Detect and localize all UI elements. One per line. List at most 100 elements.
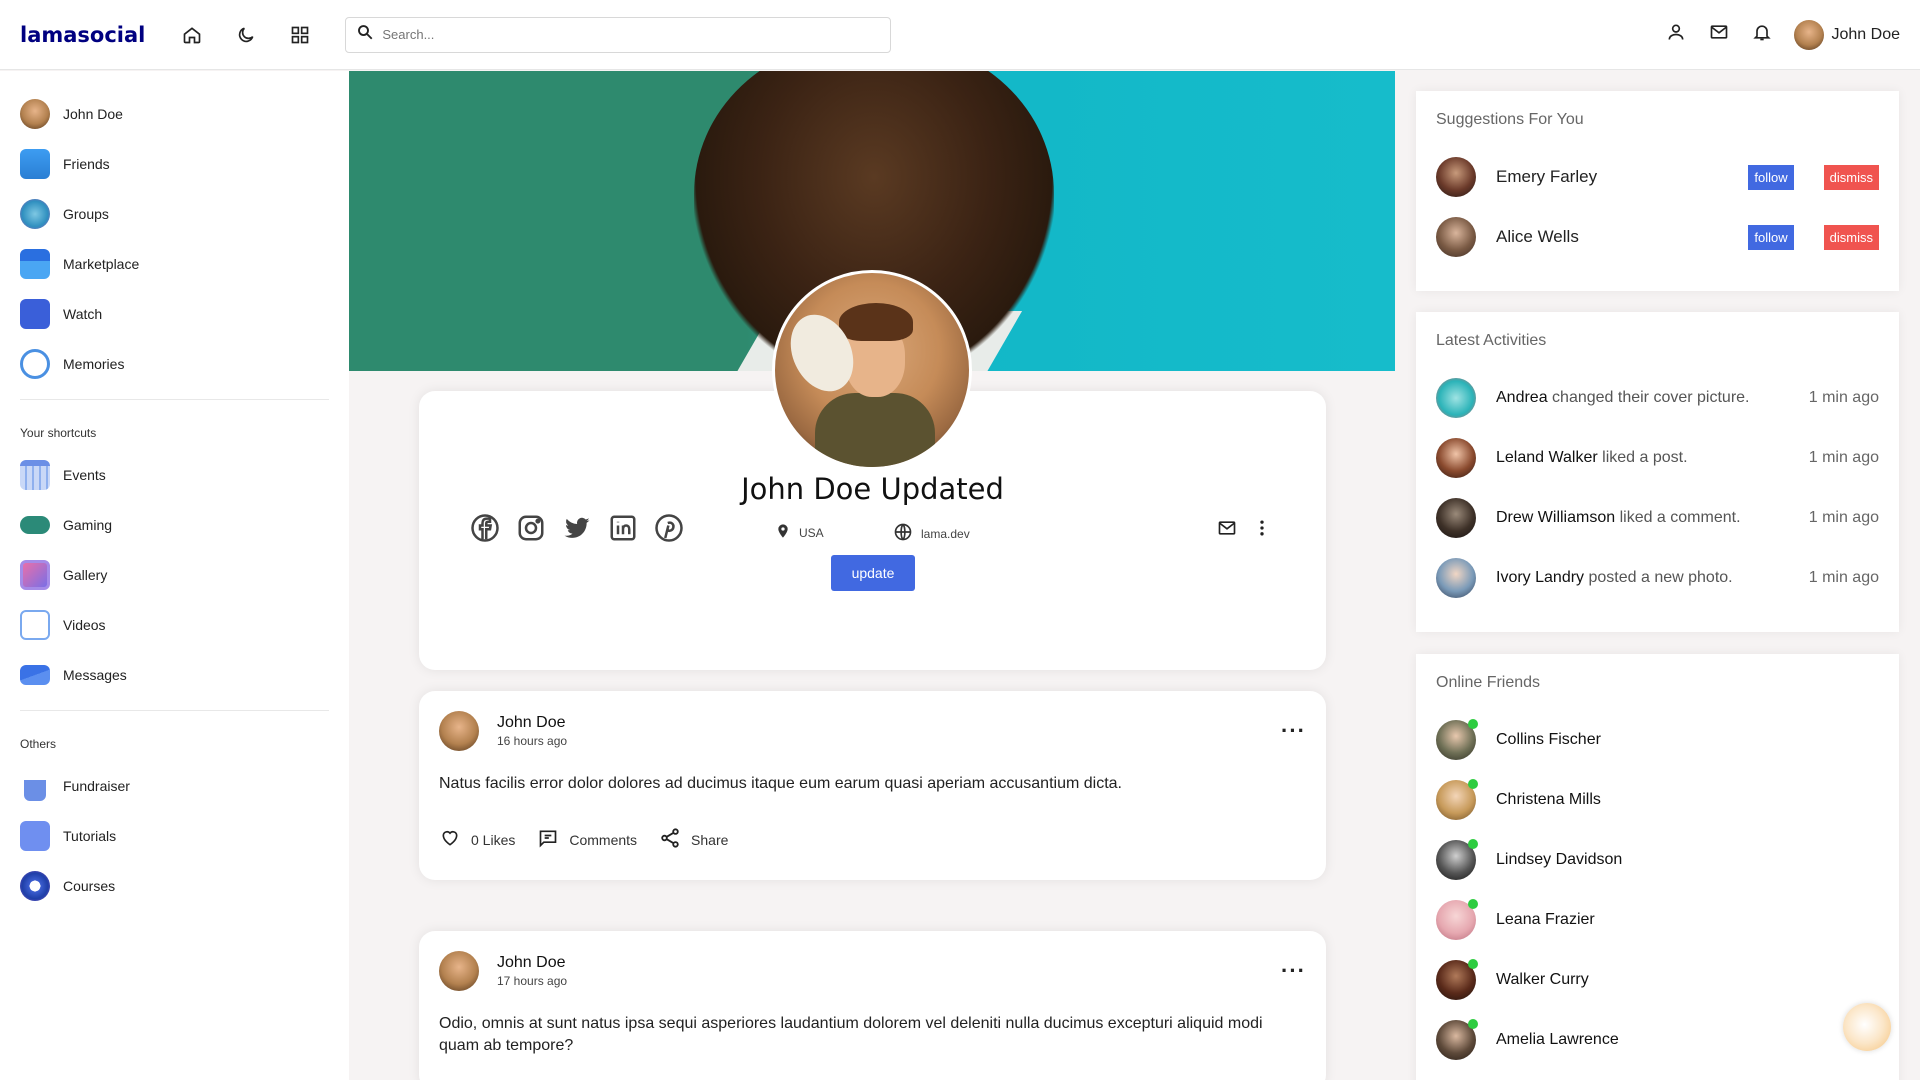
sidebar-item-marketplace[interactable]: Marketplace — [20, 239, 329, 289]
avatar[interactable] — [1436, 558, 1476, 598]
search-bar[interactable] — [345, 16, 892, 53]
website-info: lama.dev — [893, 522, 970, 545]
activity-user[interactable]: Ivory Landry — [1496, 569, 1584, 586]
profile-picture[interactable] — [772, 270, 972, 470]
sidebar-item-profile[interactable]: John Doe — [20, 89, 329, 139]
fundraiser-icon — [24, 771, 46, 801]
online-friend-item[interactable]: Walker Curry — [1436, 950, 1879, 1010]
sidebar-item-label: Tutorials — [63, 828, 117, 844]
gallery-icon — [20, 560, 50, 590]
social-links — [469, 512, 685, 544]
online-indicator — [1468, 839, 1478, 849]
activity-user[interactable]: Andrea — [1496, 389, 1548, 406]
nav-user-profile[interactable]: John Doe — [1793, 19, 1900, 50]
dismiss-button[interactable]: dismiss — [1823, 164, 1879, 190]
instagram-icon[interactable] — [515, 512, 547, 544]
twitter-icon[interactable] — [561, 512, 593, 544]
comments-button[interactable]: Comments — [537, 827, 637, 852]
heart-icon — [439, 828, 461, 851]
more-vert-icon[interactable] — [1258, 518, 1266, 543]
sidebar-item-label: Fundraiser — [63, 778, 130, 794]
divider — [20, 710, 329, 711]
post: John Doe 17 hours ago ··· Odio, omnis at… — [419, 931, 1326, 1080]
search-input[interactable] — [382, 27, 863, 42]
pinterest-icon[interactable] — [653, 512, 685, 544]
notifications-icon[interactable] — [1752, 22, 1772, 47]
sidebar-item-gallery[interactable]: Gallery — [20, 550, 329, 600]
dismiss-button[interactable]: dismiss — [1823, 224, 1879, 250]
mail-icon[interactable] — [1708, 22, 1730, 47]
dark-mode-icon[interactable] — [233, 22, 259, 48]
more-horiz-icon[interactable]: ··· — [1281, 718, 1306, 744]
post-text: Natus facilis error dolor dolores ad duc… — [439, 775, 1122, 792]
sidebar-item-gaming[interactable]: Gaming — [20, 500, 329, 550]
section-title-others: Others — [20, 737, 57, 751]
search-icon — [356, 23, 374, 46]
sidebar-item-watch[interactable]: Watch — [20, 289, 329, 339]
online-friend-item[interactable]: Collins Fischer — [1436, 710, 1879, 770]
update-button[interactable]: update — [831, 555, 915, 591]
activity-user[interactable]: Drew Williamson — [1496, 509, 1615, 526]
sidebar-item-groups[interactable]: Groups — [20, 189, 329, 239]
sidebar-item-label: Courses — [63, 878, 116, 894]
online-friend-item[interactable]: Leana Frazier — [1436, 890, 1879, 950]
more-horiz-icon[interactable]: ··· — [1281, 958, 1306, 984]
suggestion-name[interactable]: Emery Farley — [1496, 167, 1597, 187]
location-pin-icon — [775, 522, 791, 543]
grid-apps-icon[interactable] — [287, 22, 313, 48]
avatar[interactable] — [1436, 217, 1476, 257]
avatar[interactable] — [1436, 157, 1476, 197]
friend-name: Collins Fischer — [1496, 731, 1601, 748]
post-author[interactable]: John Doe — [497, 954, 567, 972]
home-icon[interactable] — [179, 22, 205, 48]
suggestion-name[interactable]: Alice Wells — [1496, 227, 1579, 247]
avatar[interactable] — [439, 951, 479, 991]
mail-icon[interactable] — [1216, 518, 1238, 543]
online-friend-item[interactable]: Christena Mills — [1436, 770, 1879, 830]
online-friend-item[interactable]: Lindsey Davidson — [1436, 830, 1879, 890]
avatar-wrapper — [1436, 899, 1478, 940]
share-label: Share — [691, 831, 729, 848]
online-friend-item[interactable]: Amelia Lawrence — [1436, 1010, 1879, 1070]
sidebar-item-courses[interactable]: Courses — [20, 861, 329, 911]
person-icon[interactable] — [1666, 22, 1686, 47]
post-header: John Doe 17 hours ago ··· — [439, 951, 1306, 991]
linkedin-icon[interactable] — [607, 512, 639, 544]
sidebar-item-messages[interactable]: Messages — [20, 650, 329, 700]
sidebar-item-label: Events — [63, 467, 106, 483]
sidebar-item-label: Gaming — [63, 517, 113, 533]
follow-button[interactable]: follow — [1748, 224, 1794, 250]
videos-icon — [20, 610, 50, 640]
sidebar-item-label: Watch — [63, 306, 103, 322]
location-info: USA — [775, 522, 824, 543]
sidebar-item-tutorials[interactable]: Tutorials — [20, 811, 329, 861]
online-indicator — [1468, 719, 1478, 729]
avatar[interactable] — [1436, 498, 1476, 538]
activity-item: Andrea changed their cover picture. 1 mi… — [1436, 368, 1879, 428]
sidebar-item-friends[interactable]: Friends — [20, 139, 329, 189]
like-button[interactable]: 0 Likes — [439, 827, 515, 852]
logo[interactable]: lamasocial — [20, 23, 145, 47]
post-author[interactable]: John Doe — [497, 714, 567, 732]
sidebar-item-events[interactable]: Events — [20, 450, 329, 500]
likes-count: 0 Likes — [471, 831, 516, 848]
activity-item: Leland Walker liked a post. 1 min ago — [1436, 428, 1879, 488]
share-button[interactable]: Share — [659, 827, 728, 852]
avatar[interactable] — [1436, 438, 1476, 478]
events-icon — [20, 460, 50, 490]
post-header: John Doe 16 hours ago ··· — [439, 711, 1306, 751]
sidebar-item-videos[interactable]: Videos — [20, 600, 329, 650]
watch-icon — [20, 299, 50, 329]
activity-user[interactable]: Leland Walker — [1496, 449, 1598, 466]
sidebar-item-fundraiser[interactable]: Fundraiser — [20, 761, 329, 811]
sidebar-item-memories[interactable]: Memories — [20, 339, 329, 389]
friends-icon — [20, 149, 50, 179]
follow-button[interactable]: follow — [1748, 164, 1794, 190]
avatar[interactable] — [439, 711, 479, 751]
facebook-icon[interactable] — [469, 512, 501, 544]
website-text[interactable]: lama.dev — [921, 527, 970, 541]
chat-bubble-icon[interactable] — [1843, 1003, 1891, 1051]
avatar[interactable] — [1436, 378, 1476, 418]
online-indicator — [1468, 899, 1478, 909]
top-navbar: lamasocial John Doe — [0, 0, 1920, 70]
